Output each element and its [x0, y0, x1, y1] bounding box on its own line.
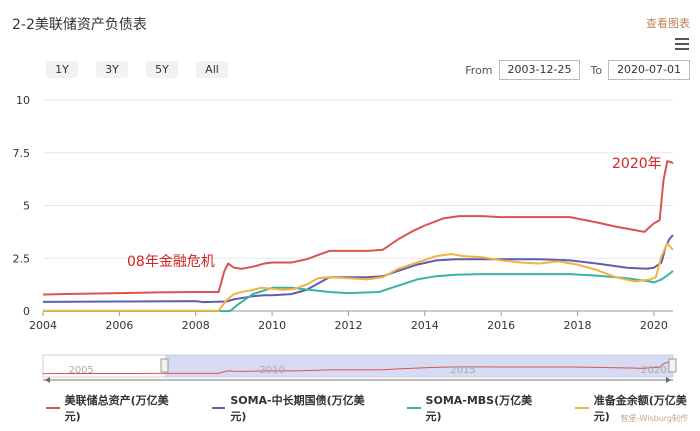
- y-tick-label: 10: [16, 94, 30, 107]
- legend-swatch-mbs: [406, 407, 421, 409]
- chart-svg: 0 2.5 5 7.5 10 2004 2006 2008 2010 2012 2014 2016 20…: [13, 94, 677, 383]
- legend-label-mbs: SOMA-MBS(万亿美元): [425, 394, 533, 423]
- navigator-handle-left[interactable]: [160, 358, 169, 373]
- annotation-2020: 2020年: [612, 156, 662, 172]
- x-tick-label: 2020: [640, 319, 668, 332]
- x-tick-label: 2006: [105, 319, 133, 332]
- navigator-handle-right[interactable]: [668, 358, 677, 373]
- legend-item-soma-treasury[interactable]: SOMA-中长期国债(万亿美元): [211, 392, 377, 424]
- scroll-left-arrow-icon[interactable]: [45, 377, 50, 383]
- navigator-tick-label: 2015: [450, 365, 475, 376]
- legend-item-soma-mbs[interactable]: SOMA-MBS(万亿美元): [406, 392, 545, 424]
- legend: 美联储总资产(万亿美元) SOMA-中长期国债(万亿美元) SOMA-MBS(万…: [46, 392, 700, 424]
- legend-swatch-total: [46, 407, 60, 409]
- credit-text: 智堡-Wisburg制作: [620, 414, 688, 423]
- y-tick-label: 7.5: [13, 147, 31, 160]
- scroll-right-arrow-icon[interactable]: [666, 377, 671, 383]
- navigator-selection: [165, 355, 673, 377]
- x-tick-label: 2016: [487, 319, 515, 332]
- y-tick-label: 5: [23, 200, 30, 213]
- y-tick-label: 0: [23, 305, 30, 318]
- x-tick-label: 2008: [182, 319, 210, 332]
- annotation-crisis: 08年金融危机: [127, 254, 215, 270]
- x-tick-label: 2010: [258, 319, 286, 332]
- y-tick-label: 2.5: [13, 252, 31, 265]
- navigator-tick-label: 2010: [259, 365, 284, 376]
- x-tick-label: 2012: [334, 319, 362, 332]
- legend-label-treasury: SOMA-中长期国债(万亿美元): [230, 394, 365, 423]
- x-tick-label: 2004: [29, 319, 57, 332]
- legend-label-total: 美联储总资产(万亿美元): [64, 394, 169, 423]
- legend-swatch-reserves: [575, 407, 589, 409]
- navigator-tick-label: 2020: [641, 365, 666, 376]
- x-tick-label: 2018: [564, 319, 592, 332]
- legend-swatch-treasury: [211, 407, 226, 409]
- navigator-tick-label: 2005: [68, 365, 93, 376]
- x-tick-label: 2014: [411, 319, 439, 332]
- legend-item-total-assets[interactable]: 美联储总资产(万亿美元): [46, 392, 182, 424]
